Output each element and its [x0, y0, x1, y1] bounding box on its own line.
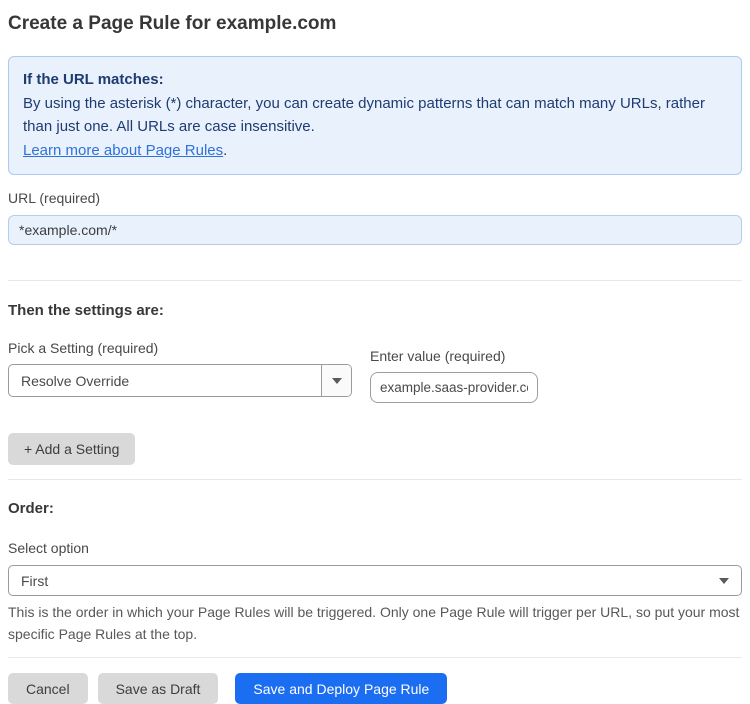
chevron-down-icon: [719, 577, 729, 584]
add-setting-button[interactable]: + Add a Setting: [8, 433, 136, 465]
divider: [8, 657, 742, 658]
settings-row: Pick a Setting (required) Resolve Overri…: [8, 340, 742, 403]
url-field-label: URL (required): [8, 190, 101, 206]
setting-select-label: Pick a Setting (required): [8, 340, 159, 356]
setting-select-column: Pick a Setting (required) Resolve Overri…: [8, 340, 352, 397]
info-box-heading: If the URL matches:: [23, 71, 164, 88]
value-field-label: Enter value (required): [370, 348, 506, 364]
setting-select[interactable]: Resolve Override: [8, 364, 352, 397]
setting-select-value: Resolve Override: [21, 372, 130, 389]
url-input[interactable]: [8, 215, 742, 245]
learn-more-link[interactable]: Learn more about Page Rules: [23, 142, 223, 159]
order-select-value: First: [21, 572, 49, 589]
divider: [8, 479, 742, 480]
setting-select-arrow-button[interactable]: [321, 365, 351, 396]
create-page-rule-form: Create a Page Rule for example.com If th…: [0, 0, 750, 704]
order-help-text: This is the order in which your Page Rul…: [8, 604, 740, 642]
save-and-deploy-button[interactable]: Save and Deploy Page Rule: [235, 673, 448, 704]
chevron-down-icon: [331, 377, 342, 384]
info-box-body: By using the asterisk (*) character, you…: [23, 94, 705, 136]
order-select-label: Select option: [8, 540, 89, 556]
cancel-button[interactable]: Cancel: [8, 673, 88, 704]
save-as-draft-button[interactable]: Save as Draft: [97, 673, 219, 704]
setting-value-input[interactable]: [370, 372, 538, 403]
setting-value-column: Enter value (required): [370, 348, 538, 403]
page-title: Create a Page Rule for example.com: [8, 13, 337, 34]
divider: [8, 280, 742, 281]
link-suffix: .: [223, 141, 228, 159]
footer-actions: Cancel Save as Draft Save and Deploy Pag…: [8, 673, 742, 704]
url-match-info-box: If the URL matches: By using the asteris…: [8, 56, 742, 175]
order-select[interactable]: First: [8, 565, 742, 596]
settings-section-heading: Then the settings are:: [8, 302, 164, 319]
info-box-link-line: Learn more about Page Rules.: [23, 139, 727, 163]
order-section-heading: Order:: [8, 500, 54, 517]
